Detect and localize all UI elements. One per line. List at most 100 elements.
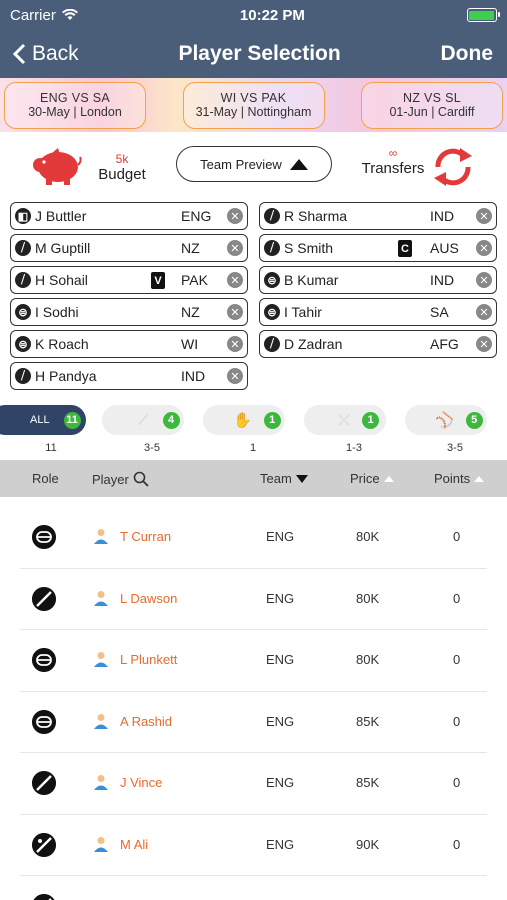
player-points: 0 bbox=[453, 713, 461, 729]
status-time: 10:22 PM bbox=[239, 6, 305, 24]
header-price-label: Price bbox=[350, 471, 380, 486]
table-row[interactable]: A Rashid ENG 85K 0 bbox=[20, 692, 487, 753]
remove-icon[interactable]: ✕ bbox=[476, 336, 492, 352]
filter-wicketkeeper-pill[interactable]: ✋ 1 bbox=[203, 405, 285, 435]
player-price: 80K bbox=[356, 652, 380, 667]
header-points[interactable]: Points bbox=[434, 471, 485, 486]
remove-icon[interactable]: ✕ bbox=[476, 304, 492, 320]
remove-icon[interactable]: ✕ bbox=[227, 304, 243, 320]
transfers-value: ∞ bbox=[388, 146, 398, 160]
role-filters: ALL 11 ⟋ 4 ✋ 1 ⤫ 1 ⚾ 5 bbox=[0, 400, 507, 440]
match-card[interactable]: ENG VS SA 30-May | London bbox=[4, 81, 146, 129]
table-row[interactable]: M Ali ENG 90K 0 bbox=[20, 815, 487, 876]
selected-player-name: R Sharma bbox=[284, 208, 348, 224]
header-price[interactable]: Price bbox=[350, 471, 394, 486]
match-meta: 30-May | London bbox=[28, 105, 122, 119]
selected-player-team: SA bbox=[430, 304, 449, 320]
table-row[interactable]: L Plunkett ENG 80K 0 bbox=[20, 630, 487, 692]
selected-player-chip[interactable]: ⧸ R Sharma IND ✕ bbox=[259, 202, 497, 230]
selected-column-right: ⧸ R Sharma IND ✕ ⧸ S Smith C AUS ✕ ⊜ B K… bbox=[259, 202, 497, 390]
piggy-bank-icon bbox=[33, 148, 82, 185]
match-teams: NZ VS SL bbox=[403, 91, 461, 105]
player-points: 0 bbox=[453, 529, 461, 544]
avatar-icon bbox=[94, 590, 108, 606]
remove-icon[interactable]: ✕ bbox=[227, 368, 243, 384]
selected-player-team: ENG bbox=[181, 208, 212, 224]
avatar-icon bbox=[94, 529, 108, 544]
player-points: 0 bbox=[453, 836, 461, 852]
bowler-role-icon: ⊜ bbox=[15, 304, 31, 320]
selected-player-chip[interactable]: ⊜ I Sodhi NZ ✕ bbox=[10, 298, 248, 326]
selected-player-team: AFG bbox=[430, 336, 459, 352]
page-title: Player Selection bbox=[178, 42, 341, 65]
selected-player-name: H Pandya bbox=[35, 368, 97, 384]
remove-icon[interactable]: ✕ bbox=[476, 208, 492, 224]
remove-icon[interactable]: ✕ bbox=[227, 336, 243, 352]
remove-icon[interactable]: ✕ bbox=[227, 272, 243, 288]
selected-player-team: IND bbox=[181, 368, 206, 384]
player-points: 0 bbox=[453, 775, 461, 790]
player-name: L Plunkett bbox=[120, 652, 178, 667]
selected-player-chip[interactable]: ◧ J Buttler ENG ✕ bbox=[10, 202, 248, 230]
filter-count-badge: 1 bbox=[362, 411, 380, 429]
match-card[interactable]: NZ VS SL 01-Jun | Cardiff bbox=[361, 81, 503, 129]
selected-player-chip[interactable]: ⊜ I Tahir SA ✕ bbox=[259, 298, 497, 326]
bowler-role-icon: ⊜ bbox=[264, 272, 280, 288]
match-venue: London bbox=[80, 105, 122, 119]
filter-bowler-pill[interactable]: ⚾ 5 bbox=[405, 405, 487, 435]
player-name: T Curran bbox=[120, 529, 172, 544]
wicketkeeper-role-icon: ◧ bbox=[15, 208, 31, 224]
team-preview-button[interactable]: Team Preview bbox=[176, 146, 332, 182]
selected-player-chip[interactable]: ⊜ B Kumar IND ✕ bbox=[259, 266, 497, 294]
selected-player-team: IND bbox=[430, 272, 455, 288]
filter-allrounder-pill[interactable]: ⤫ 1 bbox=[304, 405, 386, 435]
remove-icon[interactable]: ✕ bbox=[476, 240, 492, 256]
player-team: ENG bbox=[266, 775, 295, 790]
batsman-role-icon bbox=[32, 894, 56, 900]
wicketkeeper-gloves-icon: ✋ bbox=[233, 412, 252, 429]
header-player[interactable]: Player bbox=[92, 471, 149, 487]
selected-player-chip[interactable]: ⧸ H Pandya IND ✕ bbox=[10, 362, 248, 390]
selected-player-chip[interactable]: ⧸ D Zadran AFG ✕ bbox=[259, 330, 497, 358]
selected-player-team: PAK bbox=[181, 272, 208, 288]
chevron-left-icon bbox=[12, 43, 26, 65]
remove-icon[interactable]: ✕ bbox=[476, 272, 492, 288]
search-icon[interactable] bbox=[133, 471, 149, 487]
batsman-role-icon bbox=[32, 771, 56, 795]
selected-player-name: K Roach bbox=[35, 336, 89, 352]
filter-funnel-icon[interactable] bbox=[295, 474, 308, 483]
selected-player-chip[interactable]: ⧸ S Smith C AUS ✕ bbox=[259, 234, 497, 262]
ball-icon: ⚾ bbox=[435, 412, 454, 429]
table-row[interactable]: T Curran ENG 80K 0 bbox=[20, 507, 487, 569]
budget-value: 5k bbox=[115, 151, 129, 166]
table-row[interactable] bbox=[20, 876, 487, 900]
batsman-role-icon: ⧸ bbox=[15, 272, 31, 288]
selected-player-chip[interactable]: ⧸ H Sohail V PAK ✕ bbox=[10, 266, 248, 294]
bowler-role-icon bbox=[32, 709, 56, 734]
selected-player-name: I Sodhi bbox=[35, 304, 79, 320]
table-row[interactable]: L Dawson ENG 80K 0 bbox=[20, 569, 487, 630]
filter-range: 3-5 bbox=[447, 442, 463, 454]
batsman-role-icon: ⧸ bbox=[15, 240, 31, 256]
back-button[interactable]: Back bbox=[12, 42, 79, 66]
nav-bar: Back Player Selection Done bbox=[0, 30, 507, 78]
selected-player-chip[interactable]: ⧸ M Guptill NZ ✕ bbox=[10, 234, 248, 262]
remove-icon[interactable]: ✕ bbox=[227, 240, 243, 256]
selected-player-name: M Guptill bbox=[35, 240, 91, 256]
match-card[interactable]: WI VS PAK 31-May | Nottingham bbox=[182, 81, 325, 129]
refresh-icon[interactable] bbox=[430, 144, 476, 190]
filter-all-pill[interactable]: ALL 11 bbox=[0, 405, 86, 435]
selected-player-chip[interactable]: ⊜ K Roach WI ✕ bbox=[10, 330, 248, 358]
match-teams: ENG VS SA bbox=[39, 91, 111, 105]
remove-icon[interactable]: ✕ bbox=[227, 208, 243, 224]
filter-count-badge: 4 bbox=[162, 411, 180, 429]
table-row[interactable]: J Vince ENG 85K 0 bbox=[20, 753, 487, 815]
match-venue: Nottingham bbox=[247, 105, 312, 119]
done-button[interactable]: Done bbox=[441, 42, 494, 66]
player-name: A Rashid bbox=[120, 713, 173, 729]
header-team[interactable]: Team bbox=[260, 471, 308, 486]
filter-batsman-pill[interactable]: ⟋ 4 bbox=[102, 405, 184, 435]
wifi-icon bbox=[61, 9, 78, 20]
table-header: Role Player Team Price Points bbox=[0, 460, 507, 497]
bowler-role-icon: ⊜ bbox=[264, 304, 280, 320]
